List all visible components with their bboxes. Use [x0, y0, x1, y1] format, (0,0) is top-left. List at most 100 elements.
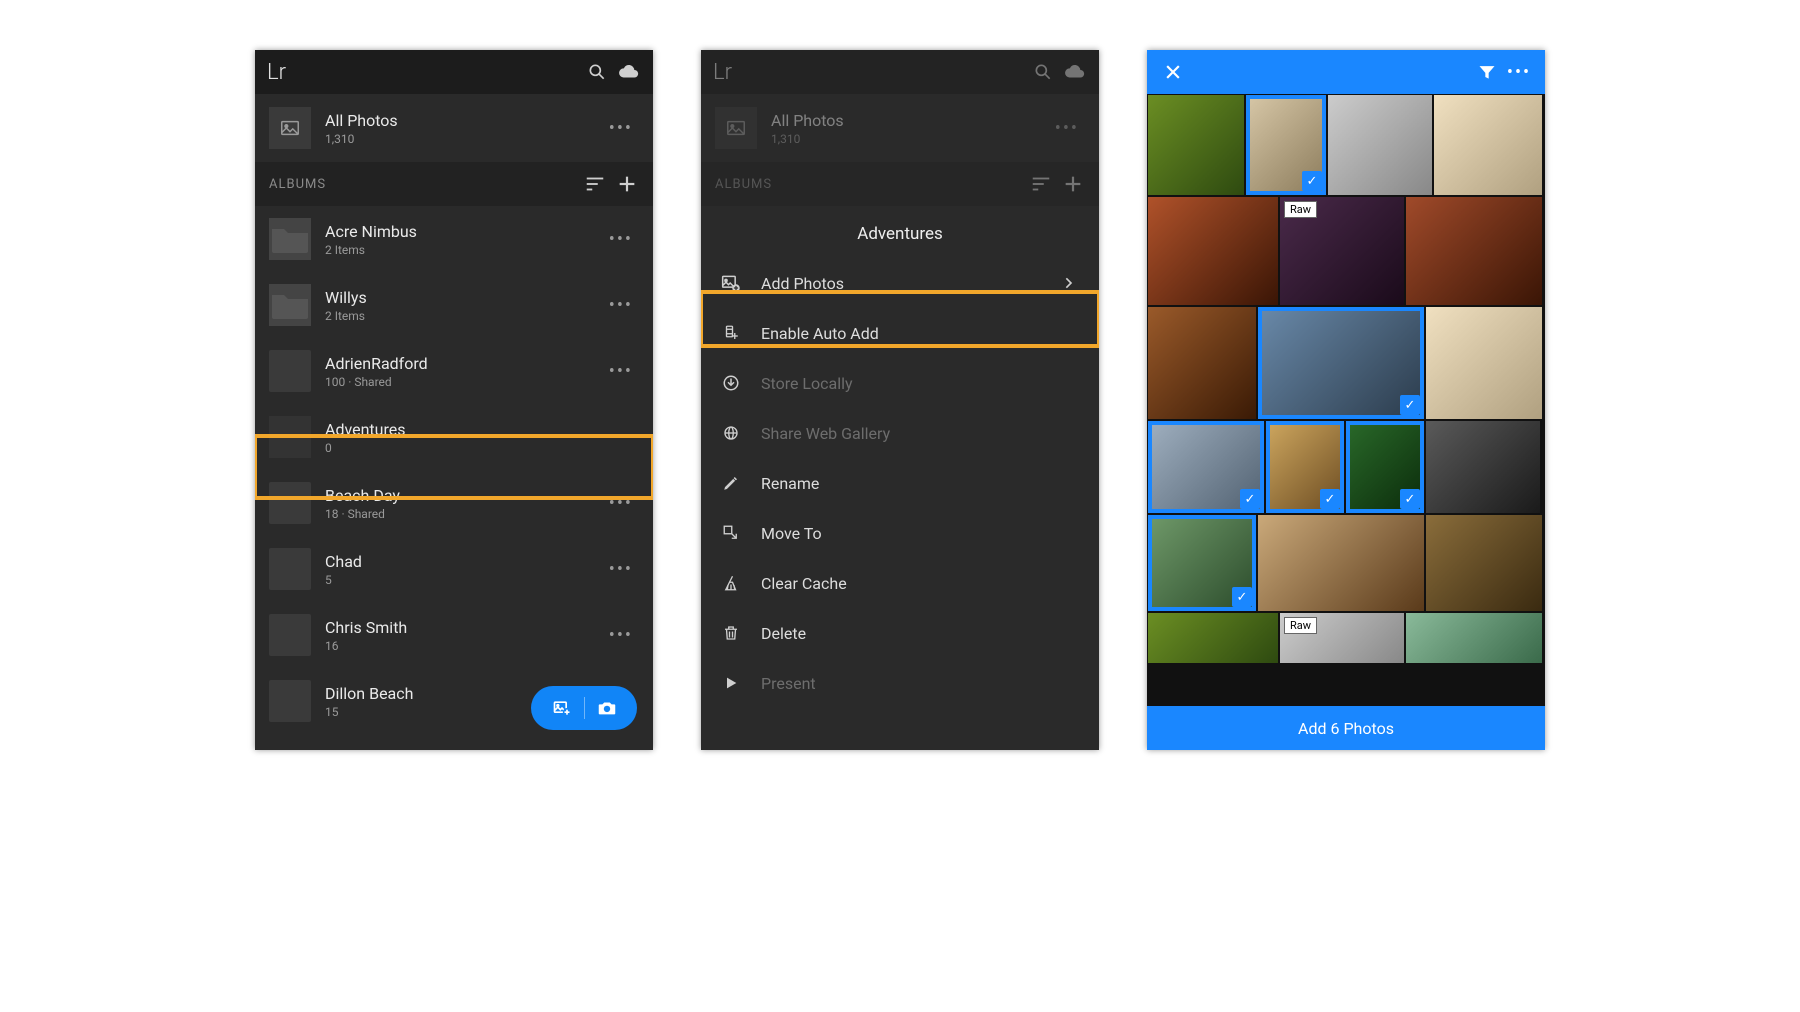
globe-icon [719, 421, 743, 445]
context-menu: Add Photos Enable Auto Add Store Locally… [701, 258, 1099, 708]
album-more-icon[interactable]: ••• [603, 427, 639, 448]
album-name: Willys [325, 288, 589, 307]
albums-header-label: ALBUMS [715, 177, 772, 192]
album-sub: 2 Items [325, 243, 589, 257]
chevron-right-icon [1057, 271, 1081, 295]
album-row-adventures[interactable]: Adventures 0 ••• [255, 404, 653, 470]
photo-cell[interactable] [1148, 613, 1278, 663]
menu-item-delete[interactable]: Delete [701, 608, 1099, 658]
photo-cell[interactable] [1258, 515, 1424, 611]
menu-item-label: Share Web Gallery [761, 424, 890, 443]
album-more-icon[interactable]: ••• [603, 361, 639, 382]
add-photos-icon [550, 696, 574, 720]
all-photos-row[interactable]: All Photos 1,310 ••• [255, 94, 653, 162]
menu-item-label: Move To [761, 524, 822, 543]
photo-cell[interactable]: Raw [1280, 613, 1404, 663]
add-album-icon[interactable] [615, 172, 639, 196]
albums-section-header: ALBUMS [255, 162, 653, 206]
menu-item-present: Present [701, 658, 1099, 708]
photo-grid: ✓ Raw ✓ ✓ ✓ ✓ ✓ Raw [1147, 94, 1545, 706]
album-thumb [269, 680, 311, 722]
album-sub: 18 · Shared [325, 507, 589, 521]
check-icon: ✓ [1400, 395, 1420, 415]
cloud-sync-icon[interactable] [617, 60, 641, 84]
top-bar: Lr [701, 50, 1099, 94]
download-icon [719, 371, 743, 395]
photo-cell[interactable]: ✓ [1266, 421, 1344, 513]
menu-item-label: Delete [761, 624, 806, 643]
all-photos-row: All Photos 1,310 ••• [701, 94, 1099, 162]
context-menu-title: Adventures [701, 206, 1099, 258]
album-more-icon[interactable]: ••• [603, 295, 639, 316]
filter-icon[interactable] [1475, 60, 1499, 84]
album-thumb [269, 482, 311, 524]
menu-item-add-photos[interactable]: Add Photos [701, 258, 1099, 308]
all-photos-more-icon[interactable]: ••• [603, 118, 639, 139]
photo-cell[interactable] [1148, 307, 1256, 419]
photo-cell[interactable] [1328, 95, 1432, 195]
app-logo: Lr [267, 60, 286, 85]
screen-photo-picker: ••• ✓ Raw ✓ ✓ ✓ ✓ ✓ Raw Add 6 Photos [1147, 50, 1545, 750]
photo-cell[interactable] [1406, 197, 1542, 305]
sort-icon[interactable] [583, 172, 607, 196]
photo-cell[interactable] [1148, 95, 1244, 195]
cloud-sync-icon[interactable] [1063, 60, 1087, 84]
album-sub: 5 [325, 573, 589, 587]
photo-cell[interactable]: ✓ [1346, 421, 1424, 513]
all-photos-count: 1,310 [325, 132, 589, 146]
album-sub: 16 [325, 639, 589, 653]
all-photos-thumb-icon [715, 107, 757, 149]
check-icon: ✓ [1302, 171, 1322, 191]
all-photos-title: All Photos [771, 111, 1035, 130]
photo-cell[interactable]: ✓ [1246, 95, 1326, 195]
album-row-acre-nimbus[interactable]: Acre Nimbus 2 Items ••• [255, 206, 653, 272]
all-photos-count: 1,310 [771, 132, 1035, 146]
album-row-chad[interactable]: Chad 5 ••• [255, 536, 653, 602]
close-icon[interactable] [1161, 60, 1185, 84]
search-icon[interactable] [1031, 60, 1055, 84]
album-row-willys[interactable]: Willys 2 Items ••• [255, 272, 653, 338]
add-photos-button[interactable]: Add 6 Photos [1147, 706, 1545, 750]
pencil-icon [719, 471, 743, 495]
album-row-adrienradford[interactable]: AdrienRadford 100 · Shared ••• [255, 338, 653, 404]
more-icon[interactable]: ••• [1507, 60, 1531, 84]
add-photos-icon [719, 271, 743, 295]
albums-section-header: ALBUMS [701, 162, 1099, 206]
album-row-chris-smith[interactable]: Chris Smith 16 ••• [255, 602, 653, 668]
album-list: Acre Nimbus 2 Items ••• Willys 2 Items •… [255, 206, 653, 750]
photo-cell[interactable]: ✓ [1148, 421, 1264, 513]
photo-cell[interactable] [1426, 421, 1540, 513]
menu-item-enable-auto-add[interactable]: Enable Auto Add [701, 308, 1099, 358]
album-more-icon[interactable]: ••• [603, 625, 639, 646]
check-icon: ✓ [1400, 489, 1420, 509]
album-more-icon[interactable]: ••• [603, 559, 639, 580]
trash-icon [719, 621, 743, 645]
album-row-beach-day[interactable]: Beach Day 18 · Shared ••• [255, 470, 653, 536]
add-fab[interactable] [531, 686, 637, 730]
photo-cell[interactable] [1426, 307, 1542, 419]
menu-item-label: Enable Auto Add [761, 324, 879, 343]
folder-icon [269, 284, 311, 326]
photo-cell[interactable] [1426, 515, 1542, 611]
photo-cell[interactable]: ✓ [1258, 307, 1424, 419]
app-logo: Lr [713, 60, 732, 85]
sort-icon [1029, 172, 1053, 196]
camera-icon [595, 696, 619, 720]
folder-icon [269, 218, 311, 260]
menu-item-rename[interactable]: Rename [701, 458, 1099, 508]
photo-cell[interactable] [1406, 613, 1542, 663]
all-photos-more-icon: ••• [1049, 118, 1085, 139]
search-icon[interactable] [585, 60, 609, 84]
album-more-icon[interactable]: ••• [603, 493, 639, 514]
menu-item-store-locally: Store Locally [701, 358, 1099, 408]
photo-cell[interactable]: Raw [1280, 197, 1404, 305]
photo-cell[interactable] [1434, 95, 1542, 195]
album-thumb [269, 350, 311, 392]
menu-item-move-to[interactable]: Move To [701, 508, 1099, 558]
album-name: Beach Day [325, 486, 589, 505]
album-sub: 100 · Shared [325, 375, 589, 389]
photo-cell[interactable] [1148, 197, 1278, 305]
photo-cell[interactable]: ✓ [1148, 515, 1256, 611]
album-more-icon[interactable]: ••• [603, 229, 639, 250]
menu-item-clear-cache[interactable]: Clear Cache [701, 558, 1099, 608]
